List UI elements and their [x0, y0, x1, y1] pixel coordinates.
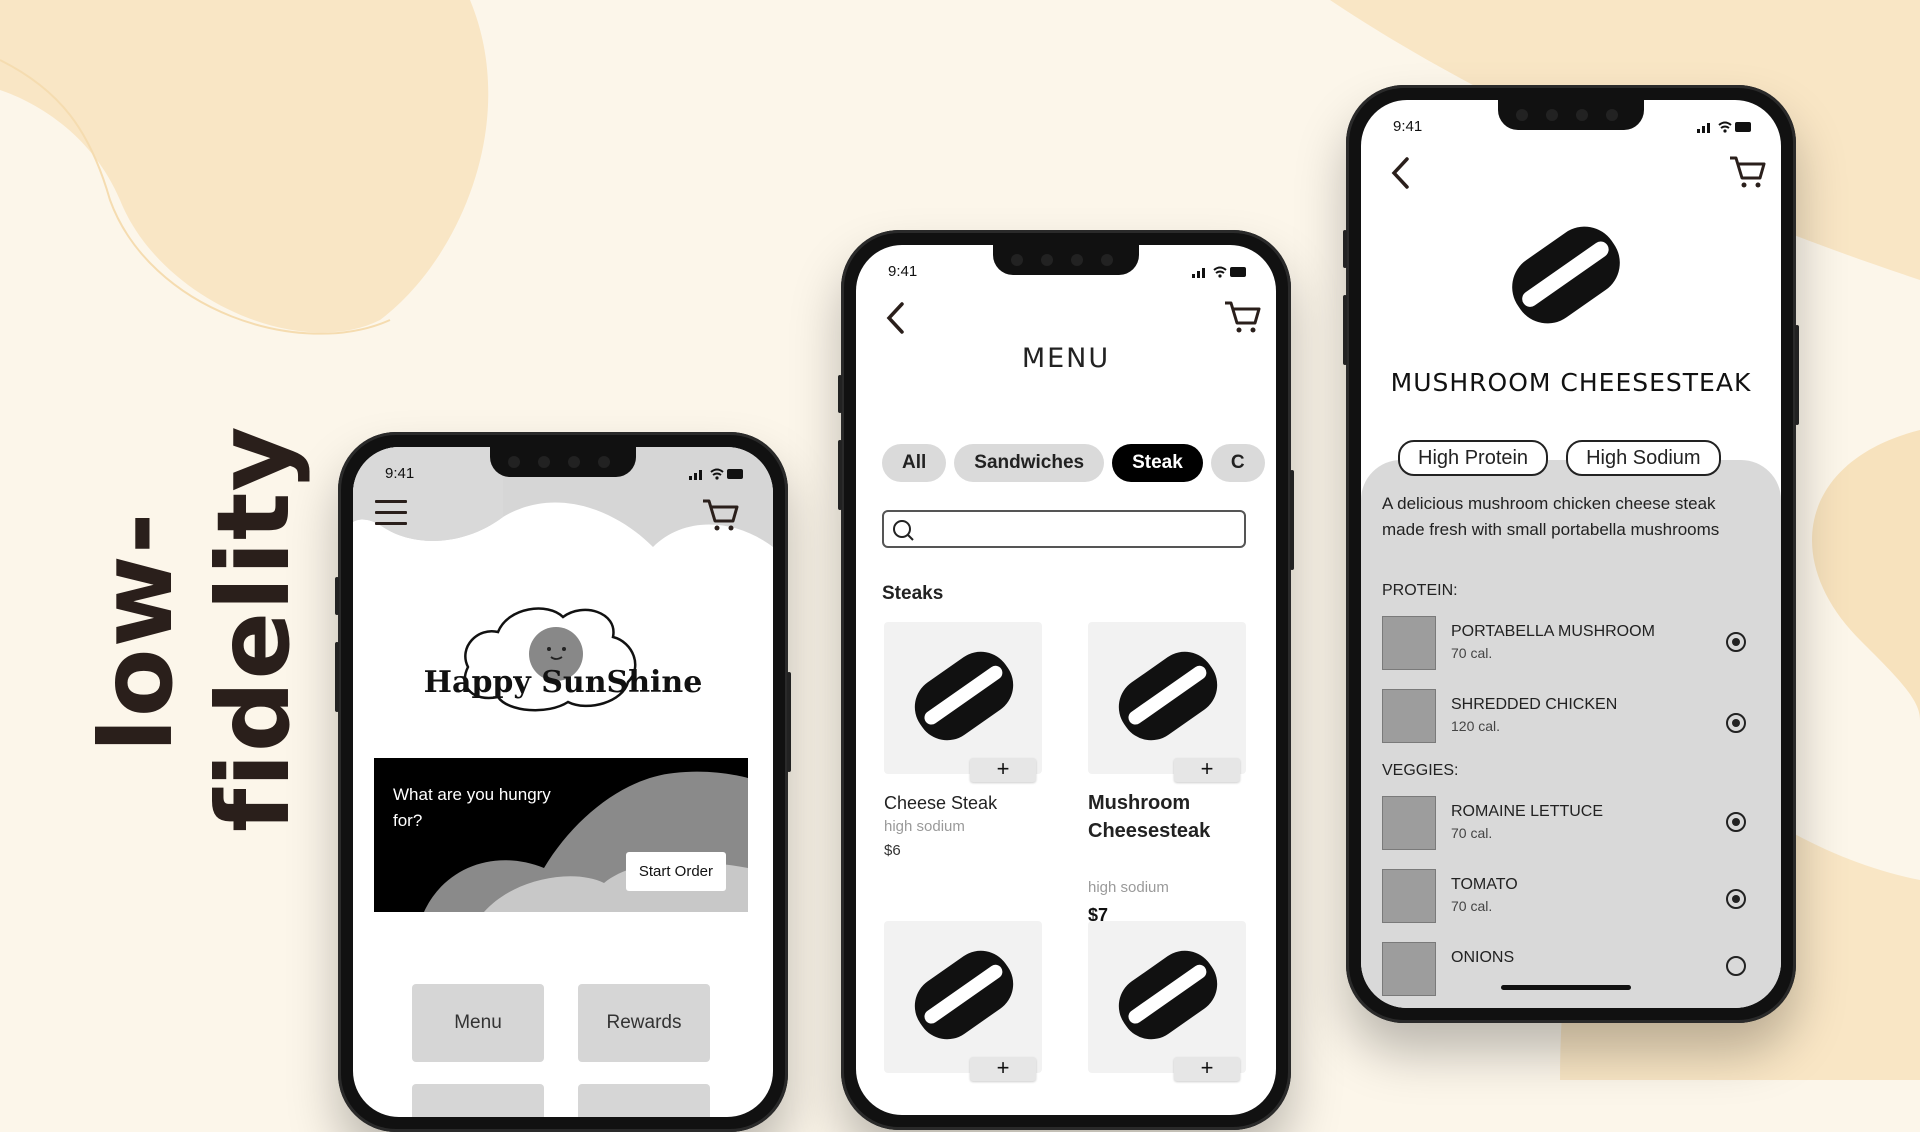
status-time: 9:41 [888, 263, 918, 280]
status-icons [1192, 266, 1246, 278]
notch [993, 245, 1139, 275]
home-screen: 9:41 Happy SunShine What are you hungry … [353, 447, 773, 1117]
item-note: high sodium [1088, 879, 1169, 896]
ingredient-name: SHREDDED CHICKEN [1451, 696, 1618, 713]
ingredient-image [1382, 616, 1436, 670]
ingredient-image [1382, 942, 1436, 996]
sandwich-icon [1512, 226, 1620, 324]
nutrition-tags: High Protein High Sodium [1398, 440, 1739, 476]
status-time: 9:41 [1393, 118, 1423, 135]
cart-icon[interactable] [701, 497, 741, 533]
tag-high-protein: High Protein [1398, 440, 1549, 476]
ingredient-row[interactable]: PORTABELLA MUSHROOM 70 cal. [1382, 616, 1746, 670]
status-icons [689, 468, 743, 480]
cart-icon[interactable] [1223, 299, 1263, 337]
sandwich-icon [914, 651, 1014, 741]
item-name: Mushroom Cheesesteak [1088, 792, 1211, 842]
ingredient-name: ROMAINE LETTUCE [1451, 803, 1604, 820]
item-price: $6 [884, 842, 901, 859]
status-time: 9:41 [385, 465, 415, 482]
rewards-tile-button[interactable]: Rewards [578, 984, 710, 1062]
notch [1498, 100, 1644, 130]
item-name: Cheese Steak [884, 793, 998, 813]
hamburger-menu-icon[interactable] [375, 498, 409, 528]
ingredient-radio[interactable] [1726, 632, 1746, 652]
start-order-button[interactable]: Start Order [625, 852, 726, 891]
promo-text: What are you hungry for? [393, 785, 551, 830]
status-icons [1697, 121, 1751, 133]
ingredient-image [1382, 689, 1436, 743]
veggies-heading: VEGGIES: [1382, 762, 1459, 779]
add-to-cart-button[interactable]: + [1174, 758, 1240, 782]
menu-item-card[interactable]: + [884, 622, 1042, 782]
chip-more[interactable]: C [1210, 444, 1265, 482]
ingredient-row[interactable]: TOMATO 70 cal. [1382, 869, 1746, 923]
ingredient-calories: 70 cal. [1451, 898, 1493, 914]
search-icon [893, 520, 914, 541]
sandwich-icon [1118, 950, 1218, 1040]
menu-item-card[interactable]: + [1088, 921, 1246, 1081]
tile-placeholder[interactable] [578, 1084, 710, 1117]
category-chips: All Sandwiches Steak C [882, 444, 1273, 482]
home-indicator [1501, 985, 1631, 990]
ingredient-calories: 70 cal. [1451, 825, 1493, 841]
phone-menu: 9:41 MENU All Sandwiches Steak C Steaks + C… [838, 230, 1294, 1130]
menu-tile-button[interactable]: Menu [412, 984, 544, 1062]
tag-high-sodium: High Sodium [1566, 440, 1721, 476]
phone-home: 9:41 Happy SunShine What are you hungry … [335, 432, 791, 1132]
add-to-cart-button[interactable]: + [970, 758, 1036, 782]
ingredient-name: PORTABELLA MUSHROOM [1451, 623, 1655, 640]
notch [490, 447, 636, 477]
item-title: MUSHROOM CHEESESTEAK [1390, 368, 1752, 397]
ingredient-image [1382, 796, 1436, 850]
menu-item-card[interactable]: + [1088, 622, 1246, 782]
back-chevron-icon[interactable] [1389, 156, 1411, 190]
chip-steak[interactable]: Steak [1112, 444, 1203, 482]
ingredient-radio[interactable] [1726, 812, 1746, 832]
ingredient-calories: 70 cal. [1451, 645, 1493, 661]
ingredient-calories: 120 cal. [1451, 718, 1501, 734]
chip-sandwiches[interactable]: Sandwiches [954, 444, 1105, 482]
ingredient-radio[interactable] [1726, 713, 1746, 733]
detail-screen: 9:41 MUSHROOM CHEESESTEAK High Protein Hi… [1361, 100, 1781, 1008]
ingredient-image [1382, 869, 1436, 923]
sandwich-icon [914, 950, 1014, 1040]
ingredient-name: ONIONS [1451, 949, 1515, 966]
item-note: high sodium [884, 818, 965, 835]
promo-banner: What are you hungry for? Start Order [374, 758, 748, 912]
chip-all[interactable]: All [882, 444, 947, 482]
item-description: A delicious mushroom chicken cheese stea… [1382, 494, 1720, 539]
menu-screen: 9:41 MENU All Sandwiches Steak C Steaks + C… [856, 245, 1276, 1115]
section-heading: Steaks [882, 583, 944, 604]
phone-detail: 9:41 MUSHROOM CHEESESTEAK High Protein Hi… [1343, 85, 1799, 1023]
cart-icon[interactable] [1728, 154, 1768, 192]
menu-item-card[interactable]: + [884, 921, 1042, 1081]
sandwich-icon [1118, 651, 1218, 741]
ingredient-radio[interactable] [1726, 956, 1746, 976]
ingredient-row[interactable]: ROMAINE LETTUCE 70 cal. [1382, 796, 1746, 850]
add-to-cart-button[interactable]: + [970, 1057, 1036, 1081]
add-to-cart-button[interactable]: + [1174, 1057, 1240, 1081]
logo-text: Happy SunShine [423, 665, 703, 700]
protein-heading: PROTEIN: [1382, 582, 1458, 599]
ingredient-radio[interactable] [1726, 889, 1746, 909]
tile-placeholder[interactable] [412, 1084, 544, 1117]
search-input[interactable] [882, 510, 1246, 548]
ingredient-row[interactable]: SHREDDED CHICKEN 120 cal. [1382, 689, 1746, 743]
page-side-title: low-fidelity [78, 425, 312, 832]
page-title: MENU [1021, 343, 1111, 374]
ingredient-name: TOMATO [1451, 876, 1518, 893]
back-chevron-icon[interactable] [884, 301, 906, 335]
